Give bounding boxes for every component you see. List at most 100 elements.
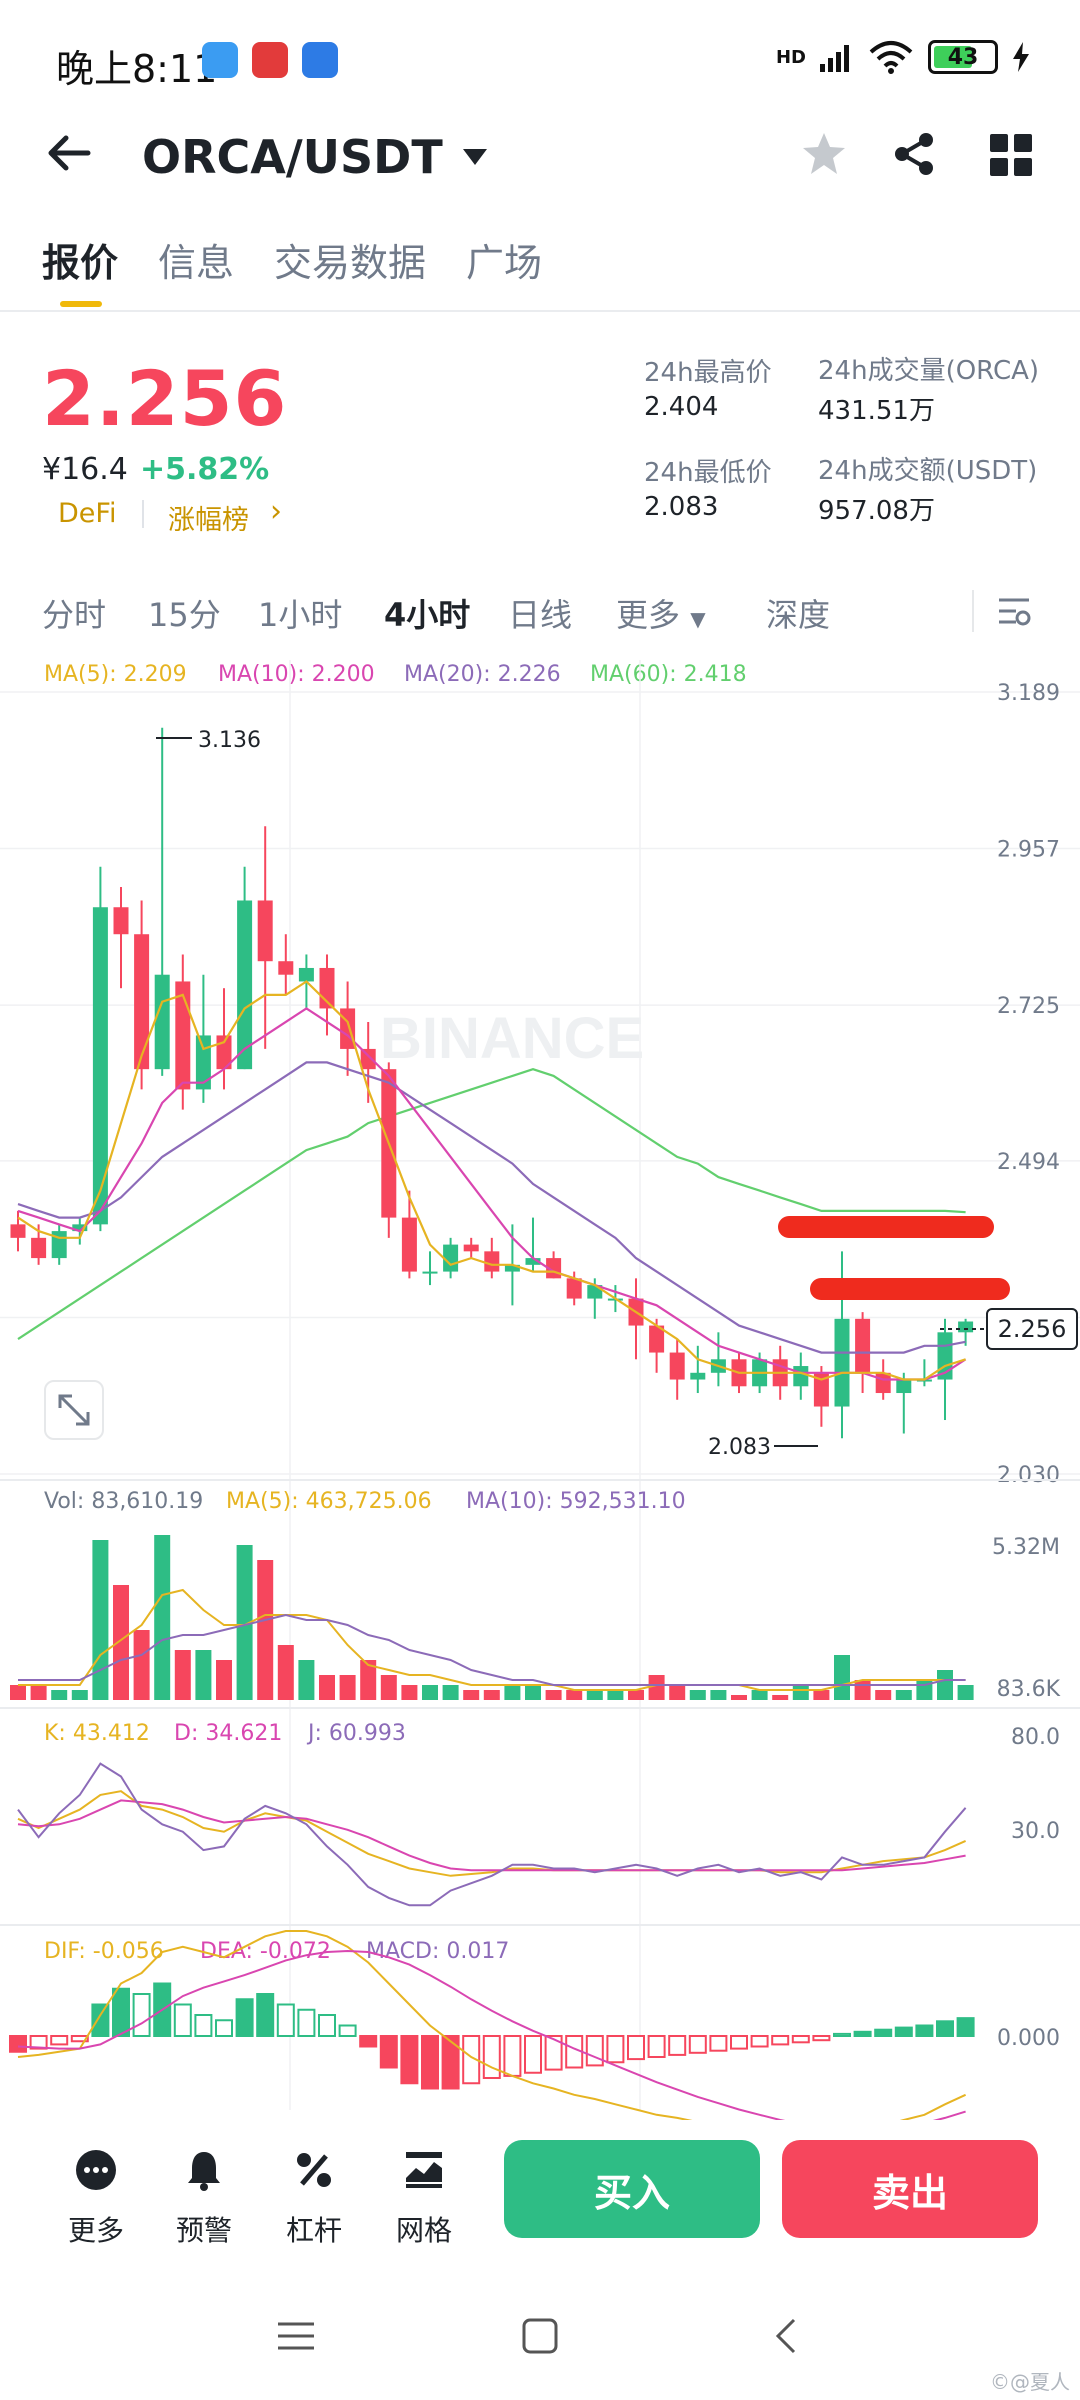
low-marker: 2.083 [708, 1435, 771, 1460]
interval-4h[interactable]: 4小时 [384, 590, 470, 636]
tab-square[interactable]: 广场 [466, 232, 542, 307]
sell-button[interactable]: 卖出 [782, 2140, 1038, 2238]
kdj-axis-top: 80.0 [1011, 1725, 1060, 1750]
price-cny: ¥16.4 [42, 452, 128, 487]
macd-bar [194, 2014, 213, 2037]
kdj-j-line [17, 1762, 967, 1907]
interval-1h[interactable]: 1小时 [258, 590, 342, 636]
interval-15m[interactable]: 15分 [148, 590, 221, 636]
pair-title: ORCA/USDT [142, 130, 443, 184]
volume-bar [710, 1690, 727, 1700]
macd-bar [503, 2035, 522, 2077]
candle-body [257, 900, 273, 962]
more-button[interactable]: 更多 [56, 2148, 136, 2249]
macd-bar [359, 2035, 378, 2048]
kline-chart[interactable]: BINANCE 3.1892.9572.7252.4942.2622.030 3… [0, 650, 1080, 2120]
macd-bar [688, 2035, 707, 2054]
macd-bar [627, 2035, 645, 2061]
candle-body [401, 1217, 417, 1272]
grid-trading-button[interactable]: 网格 [384, 2148, 464, 2249]
grid-label: 网格 [395, 2214, 452, 2247]
macd-bar [874, 2028, 893, 2037]
volume-bar [834, 1655, 850, 1700]
interval-1d[interactable]: 日线 [508, 590, 572, 636]
interval-depth[interactable]: 深度 [766, 590, 830, 636]
pair-selector[interactable]: ORCA/USDT [142, 130, 489, 184]
status-indicators: HD 43 [776, 40, 1030, 74]
volume-bar [92, 1540, 109, 1700]
category-tag[interactable]: DeFi [58, 498, 116, 529]
tab-info[interactable]: 信息 [158, 232, 234, 307]
buy-button[interactable]: 买入 [504, 2140, 760, 2238]
network-label: HD [775, 46, 806, 68]
share-icon[interactable] [890, 130, 938, 178]
gainers-link[interactable]: 涨幅榜 [168, 498, 249, 537]
macd-dif-legend: DIF: -0.056 [44, 1939, 164, 1964]
macd-axis-zero: 0.000 [997, 2026, 1060, 2051]
margin-button[interactable]: 杠杆 [274, 2148, 354, 2249]
chart-settings-icon[interactable] [996, 594, 1032, 630]
macd-bar [91, 2003, 110, 2037]
macd-bar [606, 2035, 625, 2064]
kdj-axis-mid: 30.0 [1011, 1819, 1060, 1844]
alert-button[interactable]: 预警 [164, 2148, 244, 2249]
volume-bar [525, 1685, 541, 1700]
volume-bar [875, 1690, 892, 1700]
price-axis-label: 2.494 [997, 1150, 1060, 1175]
macd-bar [215, 2019, 233, 2037]
volume-bar [442, 1685, 459, 1700]
star-icon[interactable] [800, 130, 848, 178]
news-app-icon [252, 42, 288, 78]
kdj-d-legend: D: 34.621 [174, 1721, 282, 1746]
high-value: 2.404 [644, 392, 719, 422]
volume-bar [257, 1560, 274, 1700]
candle-body [10, 1224, 26, 1238]
menu-icon[interactable] [276, 2316, 316, 2356]
home-icon[interactable] [520, 2316, 560, 2356]
interval-more[interactable]: 更多 ▼ [616, 590, 706, 636]
status-time: 晚上8:11 [56, 47, 218, 91]
candle-body [422, 1271, 438, 1274]
tab-trading-data[interactable]: 交易数据 [274, 232, 426, 307]
tab-quote[interactable]: 报价 [42, 232, 118, 307]
back-arrow-icon[interactable] [44, 128, 94, 178]
macd-bar [585, 2035, 604, 2067]
volume-bar [133, 1630, 150, 1700]
caret-down-icon: ▼ [690, 607, 706, 631]
high-label: 24h最高价 [644, 358, 772, 388]
fullscreen-button[interactable] [44, 1380, 104, 1440]
kdj-j-legend: J: 60.993 [306, 1721, 406, 1746]
grid-menu-icon[interactable] [990, 134, 1032, 176]
volume-bar [51, 1690, 68, 1700]
macd-bar [235, 1998, 254, 2037]
candle-body [443, 1244, 459, 1272]
macd-bar [276, 2003, 295, 2037]
macd-bar [833, 2032, 851, 2038]
volume-bar [10, 1685, 26, 1700]
macd-bar [112, 1987, 130, 2037]
more-dots-icon [76, 2150, 116, 2190]
macd-bar [318, 2014, 336, 2037]
macd-bar [936, 2020, 954, 2038]
nav-back-icon[interactable] [768, 2316, 808, 2356]
low-label: 24h最低价 [644, 458, 772, 488]
caret-down-icon [462, 149, 487, 165]
interval-timeshare[interactable]: 分时 [42, 590, 106, 636]
price-axis-label: 2.030 [997, 1463, 1060, 1488]
alert-label: 预警 [175, 2214, 232, 2247]
volume-bar [463, 1690, 480, 1700]
volume-bar [483, 1690, 500, 1700]
volume-bar [298, 1660, 315, 1700]
battery-icon: 43 [928, 40, 998, 74]
status-bar: 晚上8:11 HD 43 [0, 0, 1080, 120]
volume-bar [71, 1690, 88, 1700]
price-axis-label: 3.189 [997, 681, 1060, 706]
kdj-lines [17, 1762, 967, 1907]
candle-body [669, 1352, 685, 1380]
more-label: 更多 [67, 2214, 124, 2247]
volume-axis-top: 5.32M [992, 1535, 1060, 1560]
macd-bar [956, 2017, 975, 2038]
macd-bar [9, 2035, 27, 2053]
volume-bar [957, 1685, 974, 1700]
macd-bar [400, 2035, 419, 2085]
